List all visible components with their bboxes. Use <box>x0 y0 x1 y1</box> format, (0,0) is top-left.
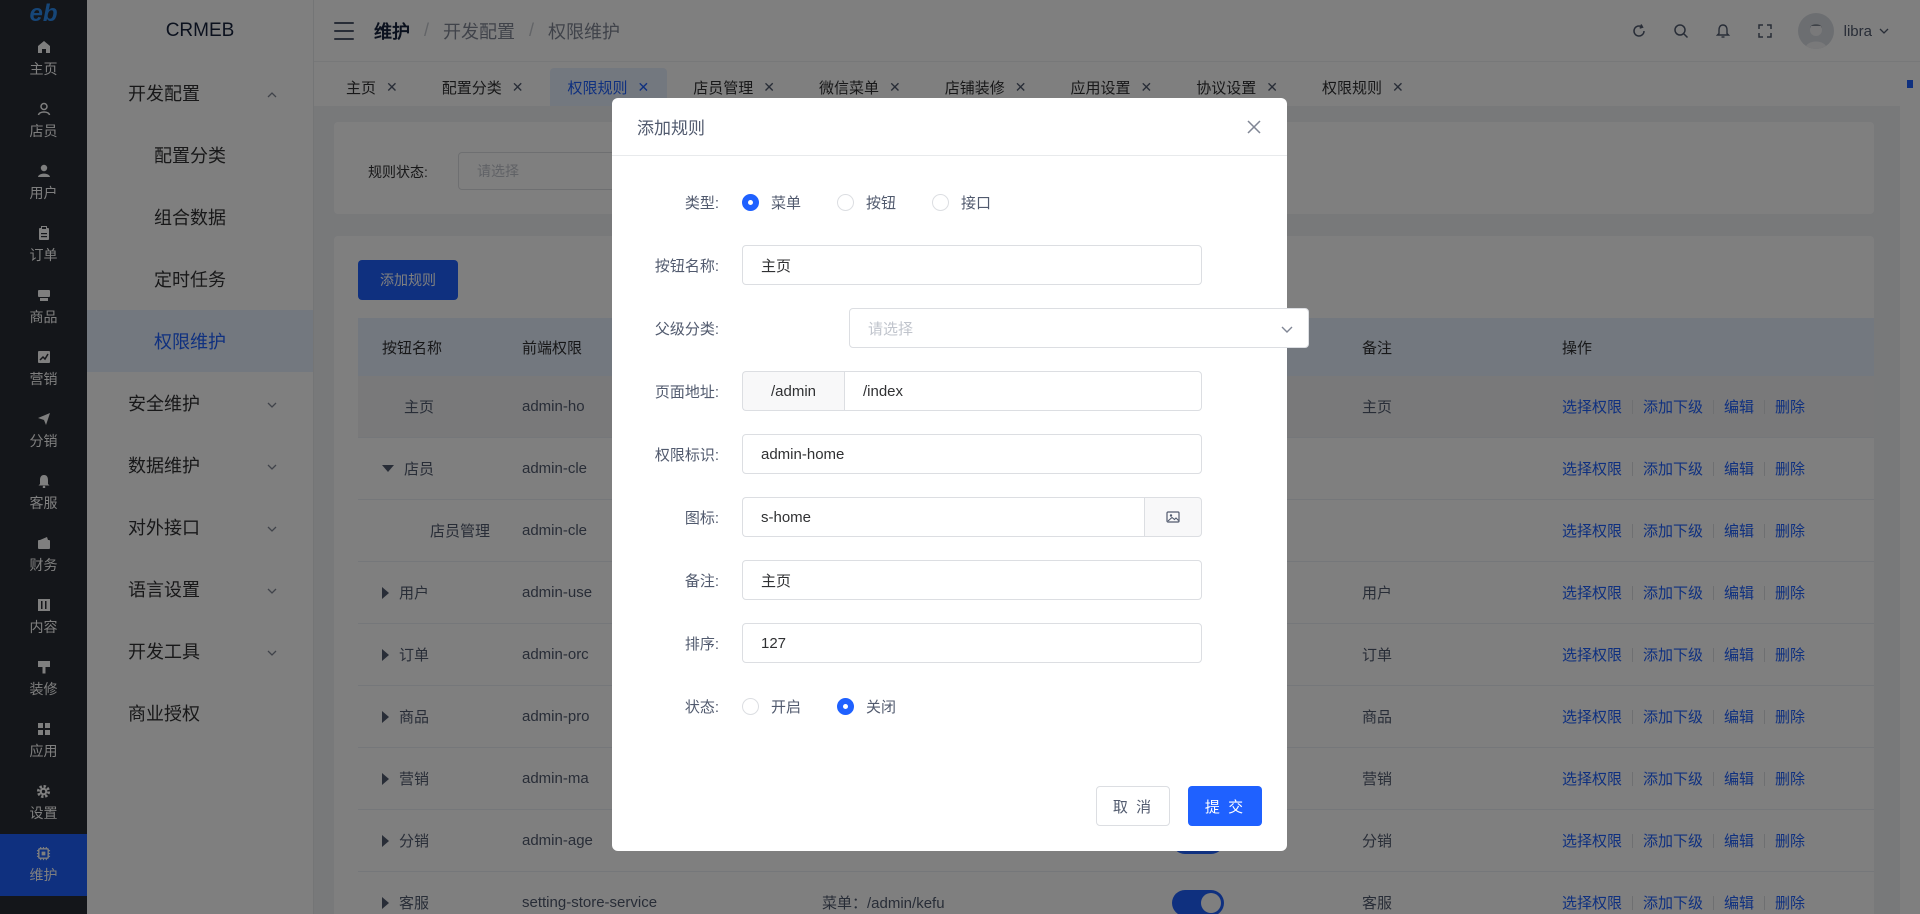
type-radio-menu[interactable]: 菜单 <box>742 192 801 213</box>
dialog-title: 添加规则 <box>637 119 705 138</box>
note-input[interactable]: 主页 <box>742 560 1202 600</box>
perm-label: 权限标识: <box>654 446 719 464</box>
radio-label: 菜单 <box>771 194 802 212</box>
image-icon <box>1166 511 1180 523</box>
radio-label: 接口 <box>961 194 992 212</box>
path-prefix: /admin <box>742 371 844 411</box>
sort-row: 排序: 127 <box>612 623 1287 663</box>
page-path-input[interactable]: /index <box>844 371 1202 411</box>
parent-label: 父级分类: <box>654 320 719 338</box>
page-path-input-group: /admin /index <box>742 371 1202 411</box>
type-label: 类型: <box>684 194 719 212</box>
submit-button[interactable]: 提 交 <box>1188 786 1262 826</box>
note-row: 备注: 主页 <box>612 560 1287 600</box>
status-radio-group: 开启 关闭 <box>742 696 932 717</box>
icon-label: 图标: <box>684 509 719 527</box>
radio-label: 开启 <box>771 698 802 716</box>
dialog-header: 添加规则 <box>612 98 1287 156</box>
perm-row: 权限标识: admin-home <box>612 434 1287 474</box>
type-radio-group: 菜单 按钮 接口 <box>742 192 1027 213</box>
chevron-down-icon <box>1281 326 1293 333</box>
permission-key-input[interactable]: admin-home <box>742 434 1202 474</box>
status-radio-on[interactable]: 开启 <box>742 696 801 717</box>
parent-row: 父级分类: 请选择 <box>612 308 1309 348</box>
add-rule-dialog: 添加规则 类型: 菜单 按钮 接口 按钮名称: 主页 父级分类: 请选择 页面地… <box>612 98 1309 851</box>
sort-label: 排序: <box>684 635 719 653</box>
path-row: 页面地址: /admin /index <box>612 371 1287 411</box>
icon-input[interactable]: s-home <box>742 497 1144 537</box>
sort-input[interactable]: 127 <box>742 623 1202 663</box>
status-row: 状态: 开启 关闭 <box>612 686 1287 726</box>
name-label: 按钮名称: <box>654 257 719 275</box>
status-radio-off[interactable]: 关闭 <box>837 696 896 717</box>
close-icon[interactable] <box>1245 118 1263 136</box>
icon-row: 图标: s-home <box>612 497 1287 537</box>
type-radio-api[interactable]: 接口 <box>932 192 991 213</box>
cancel-button[interactable]: 取 消 <box>1096 786 1170 826</box>
radio-label: 关闭 <box>866 698 897 716</box>
radio-label: 按钮 <box>866 194 897 212</box>
status-label: 状态: <box>684 698 719 716</box>
icon-input-group: s-home <box>742 497 1202 537</box>
path-label: 页面地址: <box>654 383 719 401</box>
button-name-input[interactable]: 主页 <box>742 245 1202 285</box>
select-placeholder: 请选择 <box>868 320 914 338</box>
name-row: 按钮名称: 主页 <box>612 245 1287 285</box>
type-row: 类型: 菜单 按钮 接口 <box>612 182 1287 222</box>
type-radio-button[interactable]: 按钮 <box>837 192 896 213</box>
parent-category-select[interactable]: 请选择 <box>849 308 1309 348</box>
note-label: 备注: <box>684 572 719 590</box>
image-picker-button[interactable] <box>1144 497 1202 537</box>
